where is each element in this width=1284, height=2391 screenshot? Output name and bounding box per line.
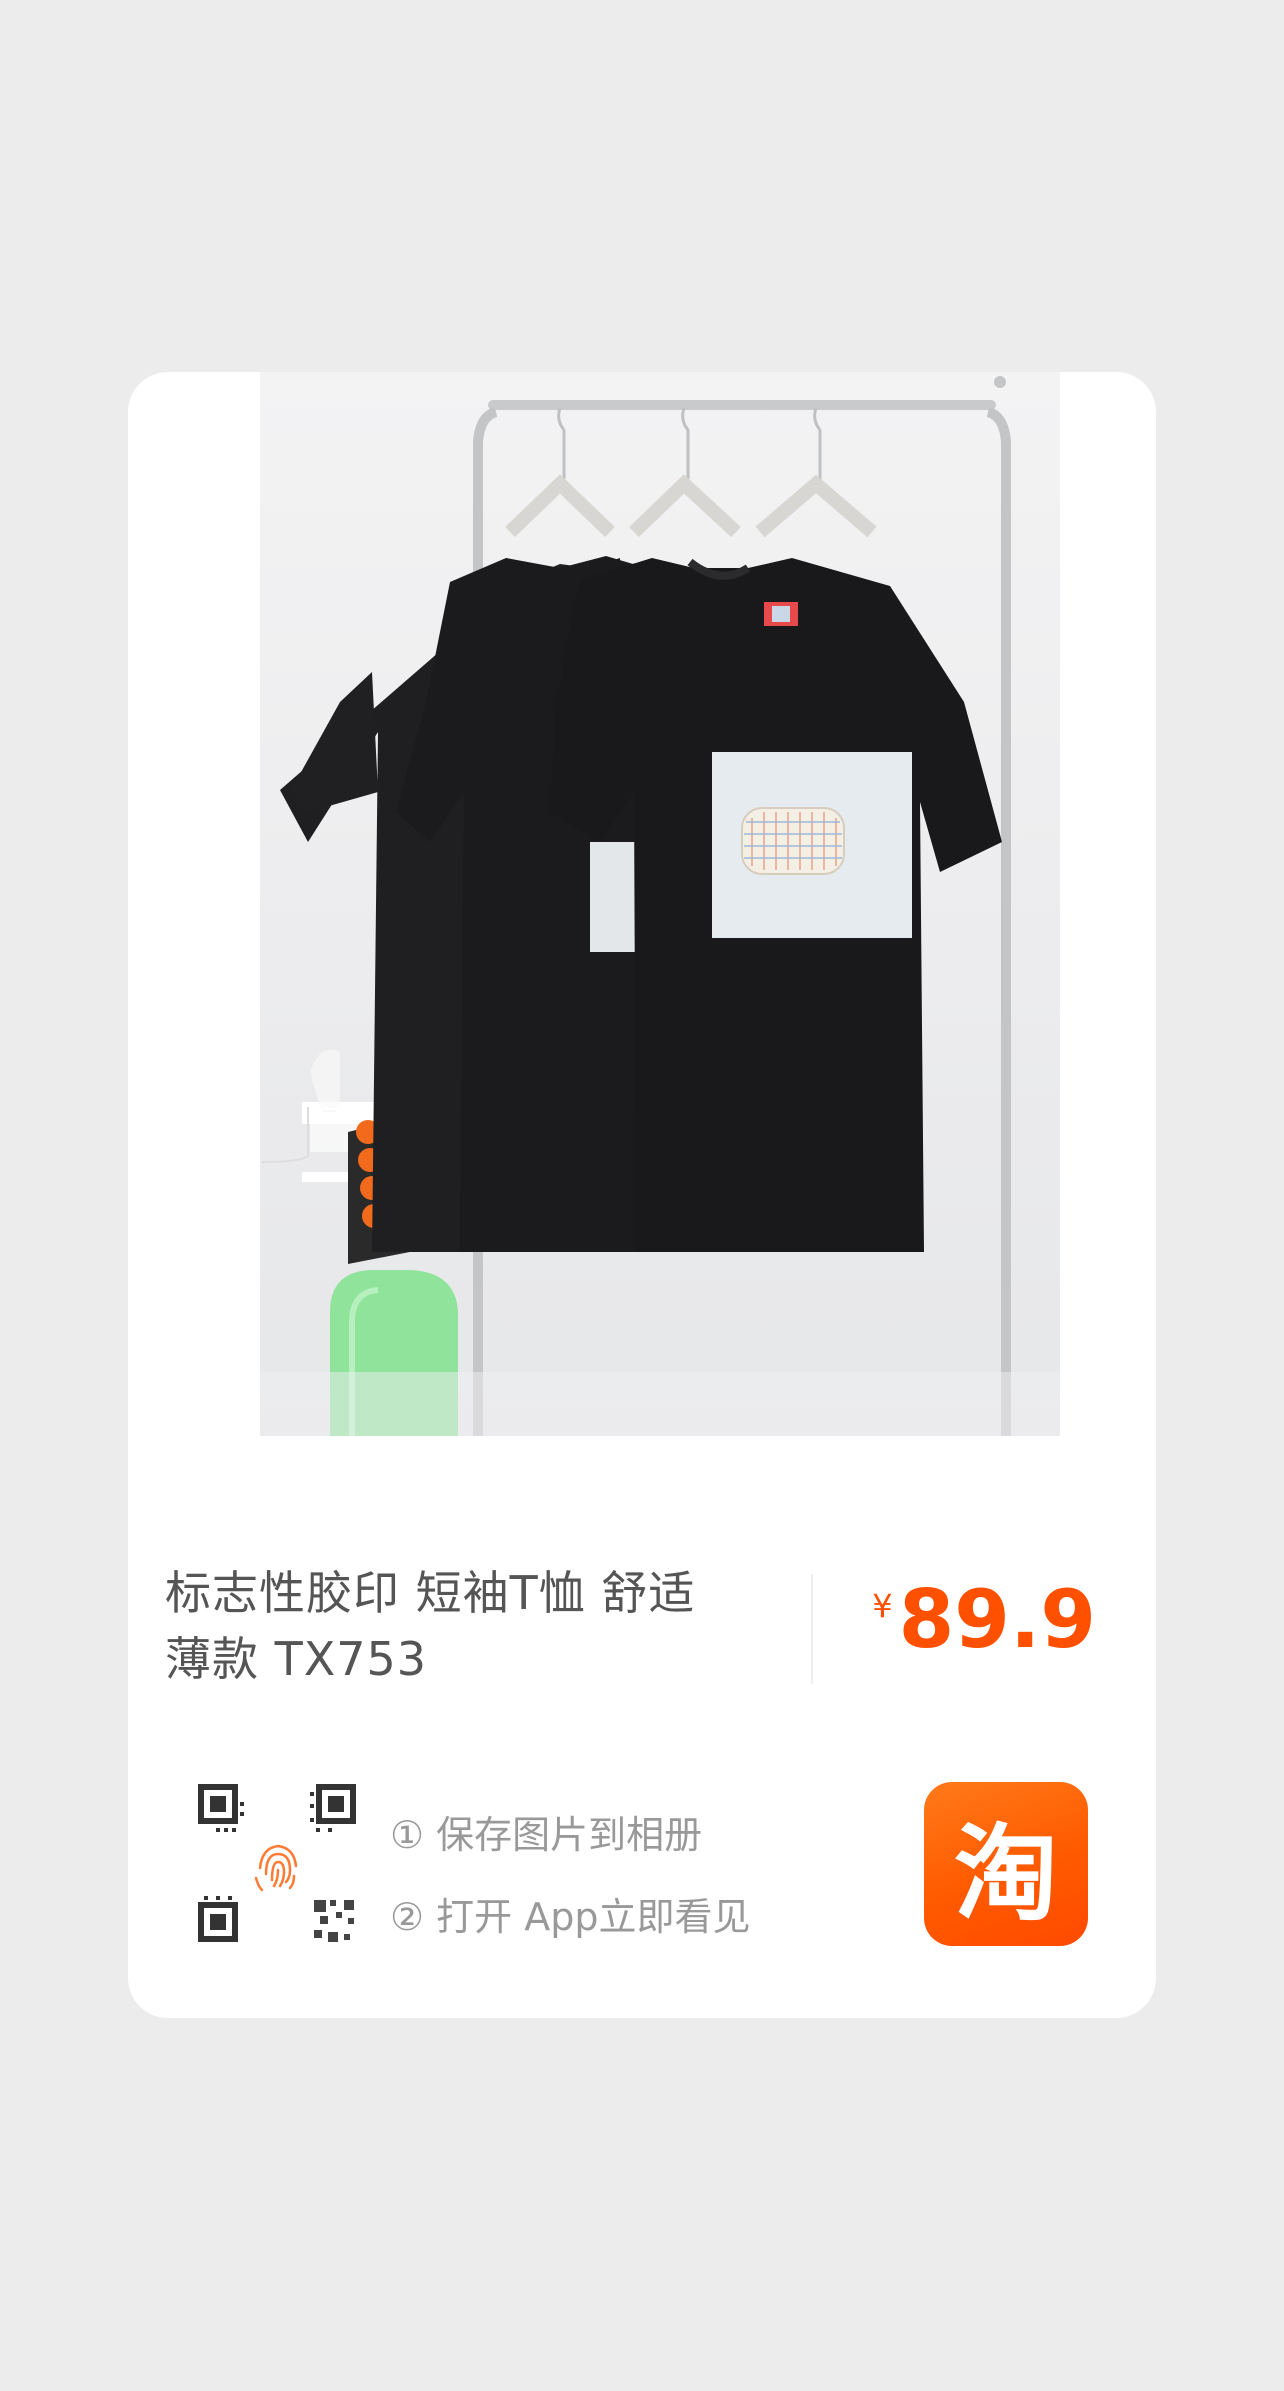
price-currency: ¥ xyxy=(872,1587,893,1625)
save-instructions: ① 保存图片到相册 ② 打开 App立即看见 xyxy=(390,1794,750,1958)
tshirt-rack-image xyxy=(260,376,1060,1436)
taobao-logo: 淘 xyxy=(924,1782,1088,1946)
qr-code-fingerprint-icon xyxy=(196,1782,360,1946)
product-title-line-2: 薄款 TX753 xyxy=(165,1632,428,1686)
instruction-step-2: ② 打开 App立即看见 xyxy=(390,1895,751,1939)
instruction-step-1: ① 保存图片到相册 xyxy=(390,1813,703,1857)
taobao-logo-char: 淘 xyxy=(953,1812,1058,1935)
price-tag: ¥89.9 xyxy=(872,1580,1096,1660)
product-title: 标志性胶印 短袖T恤 舒适 薄款 TX753 xyxy=(165,1560,745,1692)
title-price-divider xyxy=(811,1574,813,1684)
product-photo[interactable] xyxy=(260,372,1060,1436)
product-title-line-1: 标志性胶印 短袖T恤 舒适 xyxy=(165,1566,696,1620)
share-card: 标志性胶印 短袖T恤 舒适 薄款 TX753 ¥89.9 ① 保存图片到相册 ②… xyxy=(128,372,1156,2018)
price-amount: 89.9 xyxy=(898,1573,1096,1666)
